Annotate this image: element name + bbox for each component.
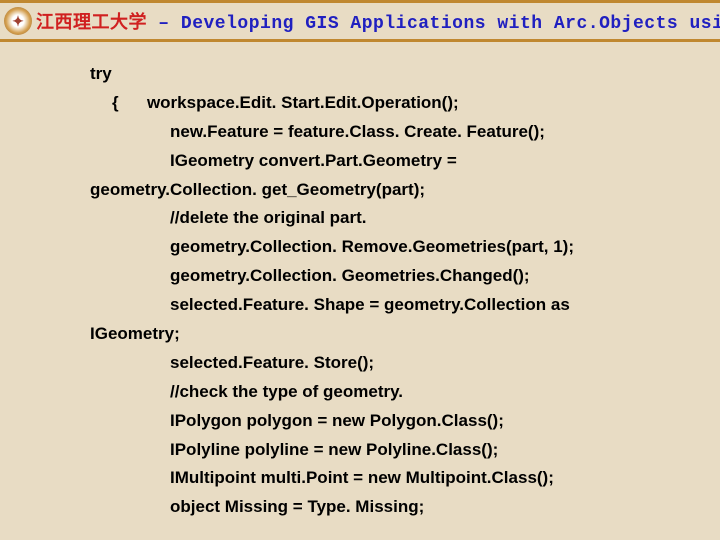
- logo-icon: ✦: [12, 13, 24, 30]
- code-line: geometry.Collection. Geometries.Changed(…: [90, 262, 710, 291]
- code-line: IGeometry;: [90, 320, 710, 349]
- code-line: try: [90, 60, 710, 89]
- code-line: //check the type of geometry.: [90, 378, 710, 407]
- code-line: IMultipoint multi.Point = new Multipoint…: [90, 464, 710, 493]
- code-line: geometry.Collection. Remove.Geometries(p…: [90, 233, 710, 262]
- code-line: selected.Feature. Shape = geometry.Colle…: [90, 291, 710, 320]
- code-line: IPolygon polygon = new Polygon.Class();: [90, 407, 710, 436]
- title-english: Developing GIS Applications with Arc.Obj…: [181, 14, 720, 34]
- code-line: new.Feature = feature.Class. Create. Fea…: [90, 118, 710, 147]
- title-separator: –: [147, 14, 181, 34]
- code-line: geometry.Collection. get_Geometry(part);: [90, 176, 710, 205]
- code-line: IGeometry convert.Part.Geometry =: [90, 147, 710, 176]
- slide-title: 江西理工大学 – Developing GIS Applications wit…: [36, 8, 720, 34]
- code-line: IPolyline polyline = new Polyline.Class(…: [90, 436, 710, 465]
- code-line: { workspace.Edit. Start.Edit.Operation()…: [90, 89, 710, 118]
- university-logo: ✦: [4, 7, 32, 35]
- code-line: //delete the original part.: [90, 204, 710, 233]
- code-block: try { workspace.Edit. Start.Edit.Operati…: [0, 42, 720, 532]
- title-chinese: 江西理工大学: [36, 14, 147, 34]
- code-line: object Missing = Type. Missing;: [90, 493, 710, 522]
- code-line: selected.Feature. Store();: [90, 349, 710, 378]
- slide-header: ✦ 江西理工大学 – Developing GIS Applications w…: [0, 0, 720, 42]
